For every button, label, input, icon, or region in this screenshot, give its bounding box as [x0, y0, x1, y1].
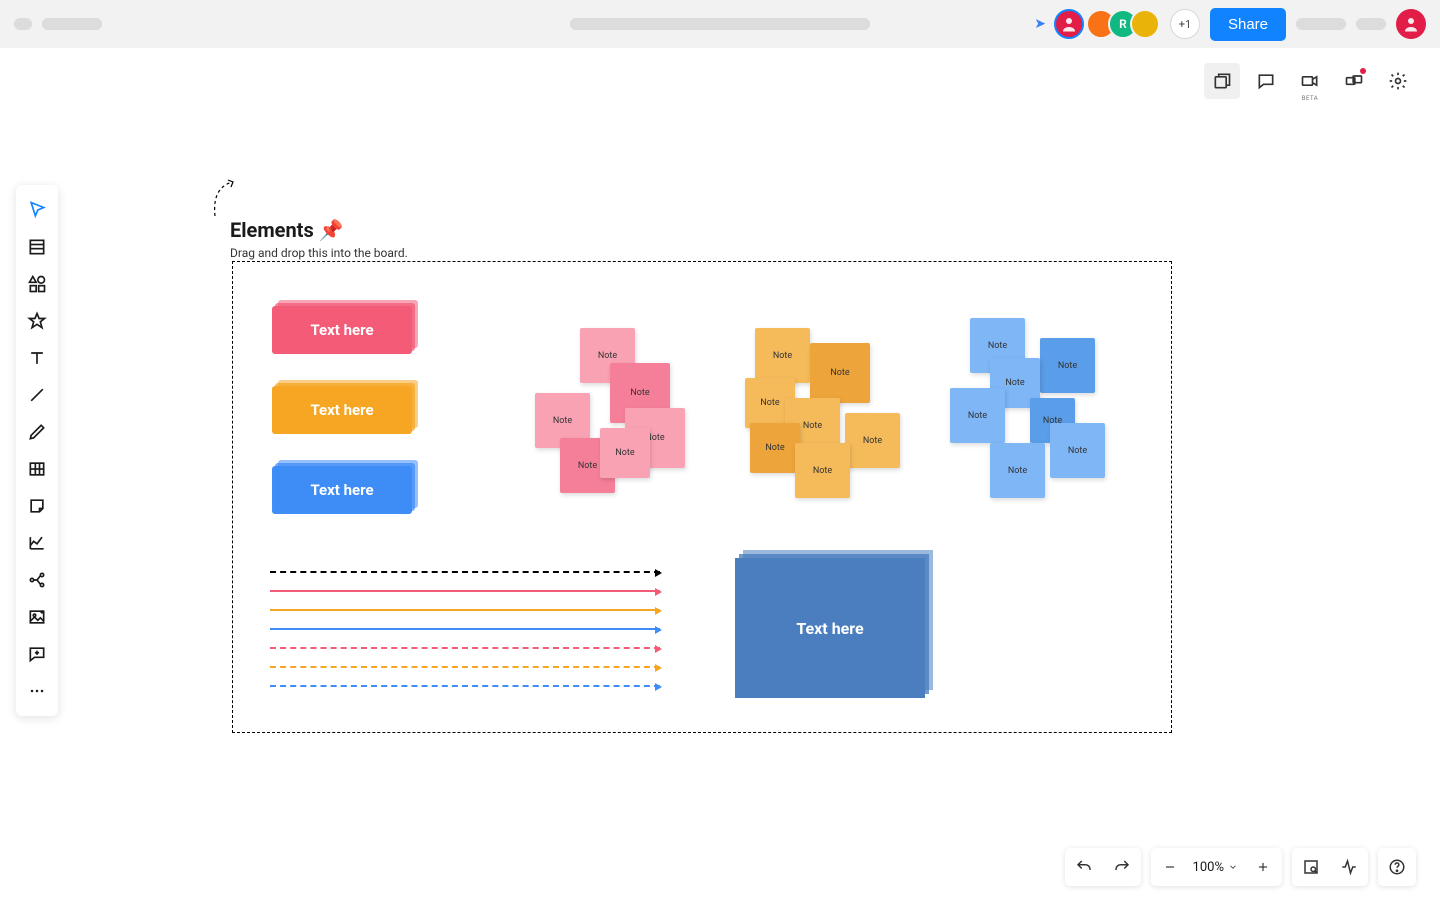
avatar[interactable]: [1130, 9, 1160, 39]
collaborator-stack[interactable]: R: [1094, 9, 1160, 39]
zoom-in-button[interactable]: [1244, 848, 1282, 886]
more-collaborators-badge[interactable]: +1: [1170, 9, 1200, 39]
undo-redo-group: [1065, 848, 1141, 886]
tag-stack[interactable]: Text here: [272, 306, 412, 354]
zoom-group: 100%: [1151, 848, 1282, 886]
arrow-line[interactable]: [270, 666, 660, 668]
help-group: [1378, 848, 1416, 886]
profile-avatar[interactable]: [1396, 9, 1426, 39]
help-button[interactable]: [1378, 848, 1416, 886]
live-cursor-icon: ➤: [1034, 16, 1046, 32]
elements-heading: Elements 📌 Drag and drop this into the b…: [230, 218, 408, 260]
tag-label: Text here: [310, 401, 373, 419]
canvas-area[interactable]: Elements 📌 Drag and drop this into the b…: [0, 48, 1440, 900]
tag-stack[interactable]: Text here: [272, 466, 412, 514]
zoom-out-button[interactable]: [1151, 848, 1189, 886]
share-button[interactable]: Share: [1210, 8, 1286, 41]
top-app-bar: ➤ R +1 Share: [0, 0, 1440, 48]
sticky-note[interactable]: Note: [810, 343, 870, 403]
section-title: Elements 📌: [230, 218, 408, 242]
topbar-right: ➤ R +1 Share: [1034, 8, 1426, 41]
sticky-note[interactable]: Note: [1040, 338, 1095, 393]
arrow-line[interactable]: [270, 590, 660, 592]
note-cluster-pink[interactable]: Note Note Note Note Note Note: [530, 323, 700, 498]
avatar[interactable]: [1054, 9, 1084, 39]
sticky-note[interactable]: Note: [750, 423, 800, 473]
zoom-level[interactable]: 100%: [1189, 860, 1228, 875]
note-cluster-blue[interactable]: Note Note Note Note Note Note Note: [945, 313, 1130, 508]
minimap-button[interactable]: [1292, 848, 1330, 886]
topbar-center-placeholder: [570, 18, 870, 30]
sticky-note[interactable]: Note: [600, 428, 650, 478]
tag-stack[interactable]: Text here: [272, 386, 412, 434]
topbar-placeholder[interactable]: [1356, 18, 1386, 30]
sticky-note[interactable]: Note: [990, 443, 1045, 498]
arrow-line[interactable]: [270, 685, 660, 687]
arrow-line[interactable]: [270, 571, 660, 573]
frame-stack[interactable]: Text here: [735, 558, 925, 698]
topbar-placeholder[interactable]: [1296, 18, 1346, 30]
arrow-line[interactable]: [270, 628, 660, 630]
tag-label: Text here: [310, 481, 373, 499]
undo-button[interactable]: [1065, 848, 1103, 886]
arrow-line[interactable]: [270, 609, 660, 611]
activity-button[interactable]: [1330, 848, 1368, 886]
chevron-down-icon[interactable]: [1228, 862, 1244, 872]
section-subtitle: Drag and drop this into the board.: [230, 246, 408, 260]
sticky-note[interactable]: Note: [755, 328, 810, 383]
topbar-left: [14, 18, 102, 30]
sticky-note[interactable]: Note: [845, 413, 900, 468]
bottom-toolbar: 100%: [1065, 848, 1416, 886]
tag-label: Text here: [310, 321, 373, 339]
redo-button[interactable]: [1103, 848, 1141, 886]
board-name-placeholder[interactable]: [42, 18, 102, 30]
sticky-note[interactable]: Note: [950, 388, 1005, 443]
arrow-line[interactable]: [270, 647, 660, 649]
sticky-note[interactable]: Note: [795, 443, 850, 498]
arrow-sketch-icon: [210, 178, 240, 218]
sticky-note[interactable]: Note: [1050, 423, 1105, 478]
map-group: [1292, 848, 1368, 886]
menu-placeholder-icon[interactable]: [14, 18, 32, 30]
note-cluster-orange[interactable]: Note Note Note Note Note Note Note: [735, 323, 915, 508]
frame-label: Text here: [796, 619, 863, 638]
